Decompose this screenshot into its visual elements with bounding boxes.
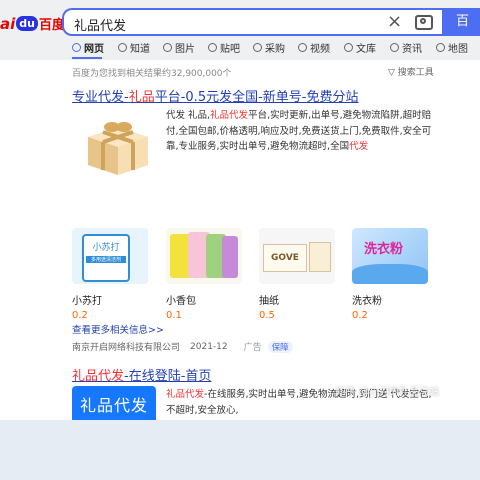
tissue-pack [309, 242, 331, 272]
title-part: -在线登陆-首页 [124, 369, 212, 384]
clear-icon[interactable]: × [387, 11, 402, 32]
tissue-box: GOVE [263, 244, 307, 272]
search-button[interactable]: 百度 [442, 8, 480, 57]
result1-source: 南京开启网络科技有限公司 2021-12 广告 保障 [72, 340, 293, 353]
tab-map[interactable]: 地图 [436, 40, 468, 55]
tab-label: 图片 [175, 44, 195, 55]
tab-label: 贴吧 [220, 44, 240, 55]
title-part: 专业代发- [72, 90, 129, 105]
product-name: 洗衣粉 [352, 296, 382, 307]
tab-purchase[interactable]: 采购 [253, 40, 285, 55]
search-box[interactable]: 礼品代发 × [62, 8, 442, 36]
search-input[interactable]: 礼品代发 [74, 15, 126, 34]
tissue-image: GOVE [259, 228, 335, 284]
purchase-icon [253, 43, 262, 52]
product-card[interactable]: 洗衣粉 洗衣粉 0.2 [352, 228, 428, 321]
zhidao-icon [118, 43, 127, 52]
result1-description: 代发 礼品,礼品代发平台,实时更新,出单号,避免物流陷阱,超时赔付,全国包邮,价… [166, 108, 441, 155]
product-card[interactable]: 小苏打 多用途清洁剂 小苏打 0.2 [72, 228, 148, 321]
search-tabs: 网页 知道 图片 贴吧 采购 视频 文库 资讯 地图 [0, 40, 480, 59]
title-highlight: 礼品代发 [72, 369, 125, 384]
baidu-logo[interactable]: ai du 百度 [0, 14, 65, 34]
product-name: 小香包 [166, 296, 196, 307]
tab-video[interactable]: 视频 [298, 40, 330, 55]
source-date: 2021-12 [190, 341, 228, 352]
gift-box-image[interactable] [80, 107, 156, 177]
tab-zhidao[interactable]: 知道 [118, 40, 150, 55]
source-company[interactable]: 南京开启网络科技有限公司 [72, 340, 180, 353]
wenku-icon [344, 43, 353, 52]
tab-images[interactable]: 图片 [163, 40, 195, 55]
guarantee-badge[interactable]: 保障 [267, 340, 293, 353]
desc-highlight: 礼品代发 [166, 389, 205, 400]
news-icon [390, 43, 399, 52]
detergent-label: 洗衣粉 [364, 242, 404, 257]
tab-label: 地图 [448, 44, 468, 55]
sachet-image [166, 228, 242, 284]
product-card[interactable]: 小香包 0.1 [166, 228, 242, 321]
results-page: 百度为您找到相关结果约32,900,000个 ▽ 搜索工具 专业代发-礼品平台-… [0, 60, 480, 420]
product-name: 抽纸 [259, 296, 279, 307]
detergent-image: 洗衣粉 [352, 228, 428, 284]
product-name: 小苏打 [72, 296, 102, 307]
baking-soda-image: 小苏打 多用途清洁剂 [72, 228, 148, 284]
title-highlight: 礼品 [128, 90, 155, 105]
package-title: 小苏打 [92, 243, 120, 253]
desc-highlight: 礼品代发 [210, 110, 249, 121]
tab-label: 文库 [356, 44, 376, 55]
logo-paw-badge: du [16, 16, 38, 31]
desc-highlight: 代发 [349, 141, 369, 152]
tab-label: 知道 [130, 44, 150, 55]
active-tab-indicator [72, 57, 102, 59]
tab-wenku[interactable]: 文库 [344, 40, 376, 55]
image-icon [163, 43, 172, 52]
tab-label: 视频 [310, 44, 330, 55]
camera-icon[interactable] [415, 15, 433, 30]
product-price: 0.5 [259, 310, 275, 321]
ad-label[interactable]: 广告 [244, 340, 262, 353]
result2-thumbnail[interactable]: 礼品代发 [72, 386, 156, 420]
search-tools-button[interactable]: ▽ 搜索工具 [388, 65, 434, 78]
bottom-background [0, 420, 480, 480]
zhihu-watermark: 知乎 @小刀的礼品总站 [336, 387, 440, 398]
video-icon [298, 43, 307, 52]
top-background: ai du 百度 礼品代发 × 百度 网页 知道 图片 贴吧 采购 视频 文库 资讯… [0, 0, 480, 60]
desc-part: 代发 礼品, [166, 110, 211, 121]
tab-label: 采购 [265, 44, 285, 55]
tab-web[interactable]: 网页 [72, 40, 104, 55]
product-price: 0.2 [352, 310, 368, 321]
tab-tieba[interactable]: 贴吧 [208, 40, 240, 55]
logo-ai-text: ai [0, 14, 16, 33]
detergent-wave [352, 264, 428, 284]
package-subtitle: 多用途清洁剂 [86, 256, 126, 263]
product-price: 0.1 [166, 310, 182, 321]
result-count: 百度为您找到相关结果约32,900,000个 [72, 69, 232, 79]
tab-label: 网页 [84, 44, 104, 55]
map-icon [436, 43, 445, 52]
tab-label: 资讯 [402, 44, 422, 55]
result2-title-link[interactable]: 礼品代发-在线登陆-首页 [72, 365, 211, 384]
title-part: 平台-0.5元发全国-新单号-免费分站 [154, 90, 359, 105]
sachet-purple [222, 236, 238, 278]
result1-title-link[interactable]: 专业代发-礼品平台-0.5元发全国-新单号-免费分站 [72, 86, 358, 105]
package: 小苏打 多用途清洁剂 [82, 234, 130, 282]
tieba-icon [208, 43, 217, 52]
web-icon [72, 43, 81, 52]
more-info-link[interactable]: 查看更多相关信息>> [72, 322, 164, 336]
search-tools-label: 搜索工具 [397, 68, 434, 78]
product-price: 0.2 [72, 310, 88, 321]
tab-news[interactable]: 资讯 [390, 40, 422, 55]
product-card[interactable]: GOVE 抽纸 0.5 [259, 228, 335, 321]
